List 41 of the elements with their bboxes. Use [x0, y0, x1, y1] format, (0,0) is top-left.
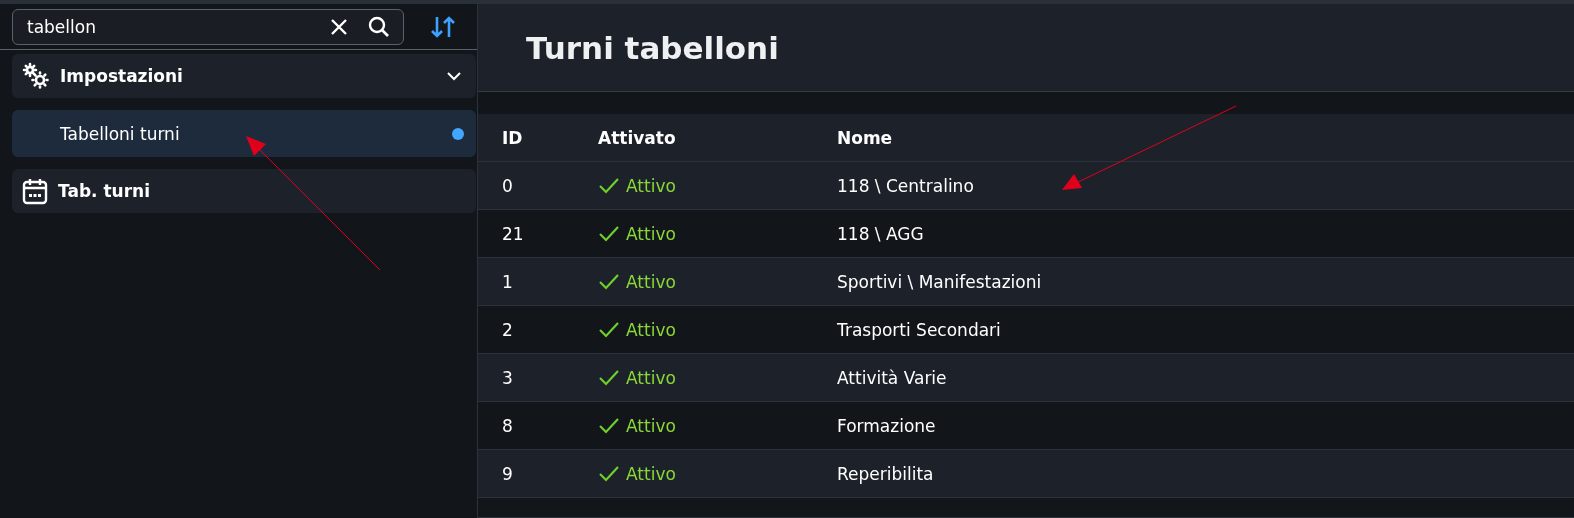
- table-row[interactable]: 1 Attivo Sportivi \ Manifestazioni: [478, 258, 1574, 306]
- calendar-icon: [22, 177, 48, 205]
- column-header: ID: [502, 127, 524, 148]
- column-header: Nome: [837, 127, 894, 148]
- status-text: Attivo: [626, 223, 676, 244]
- search-field[interactable]: tabellon: [12, 9, 404, 45]
- table-cell-text: 0: [502, 175, 514, 196]
- menu-label: Tabelloni turni: [60, 123, 181, 144]
- status-text: Attivo: [626, 415, 676, 436]
- table-cell-text: Reperibilita: [837, 463, 935, 484]
- status-text: Attivo: [626, 271, 676, 292]
- gears-icon: [22, 62, 50, 90]
- status-text: Attivo: [626, 463, 676, 484]
- table-cell-text: Trasporti Secondari: [837, 319, 1002, 340]
- table-cell-text: 118 \ Centralino: [837, 175, 975, 196]
- table-cell-text: Attività Varie: [837, 367, 948, 388]
- submenu-item[interactable]: Tabelloni turni: [12, 110, 476, 157]
- menu-group[interactable]: Impostazioni: [12, 54, 476, 98]
- table-cell-text: 1: [502, 271, 514, 292]
- table-row[interactable]: 3 Attivo Attività Varie: [478, 354, 1574, 402]
- menu-label: Tab. turni: [58, 181, 151, 201]
- status-text: Attivo: [626, 367, 676, 388]
- column-header: Attivato: [598, 127, 677, 148]
- table-cell-text: 9: [502, 463, 514, 484]
- page-title: Turni tabelloni: [526, 29, 779, 66]
- table-cell-text: 8: [502, 415, 514, 436]
- search-icon: [368, 16, 390, 38]
- status-text: Attivo: [626, 175, 676, 196]
- sort-icon: [430, 15, 456, 39]
- close-icon: [330, 18, 348, 36]
- table-cell-text: 118 \ AGG: [837, 223, 925, 244]
- table-cell-text: 2: [502, 319, 514, 340]
- table-cell-text: Formazione: [837, 415, 937, 436]
- menu-label: Impostazioni: [60, 66, 184, 86]
- status-text: Attivo: [626, 319, 676, 340]
- menu-item[interactable]: Tab. turni: [12, 169, 476, 213]
- table-cell-text: 21: [502, 223, 525, 244]
- table-cell-text: 3: [502, 367, 514, 388]
- table-row[interactable]: 9 Attivo Reperibilita: [478, 450, 1574, 498]
- table-row[interactable]: 0 Attivo 118 \ Centralino: [478, 162, 1574, 210]
- table-cell-text: Sportivi \ Manifestazioni: [837, 271, 1043, 292]
